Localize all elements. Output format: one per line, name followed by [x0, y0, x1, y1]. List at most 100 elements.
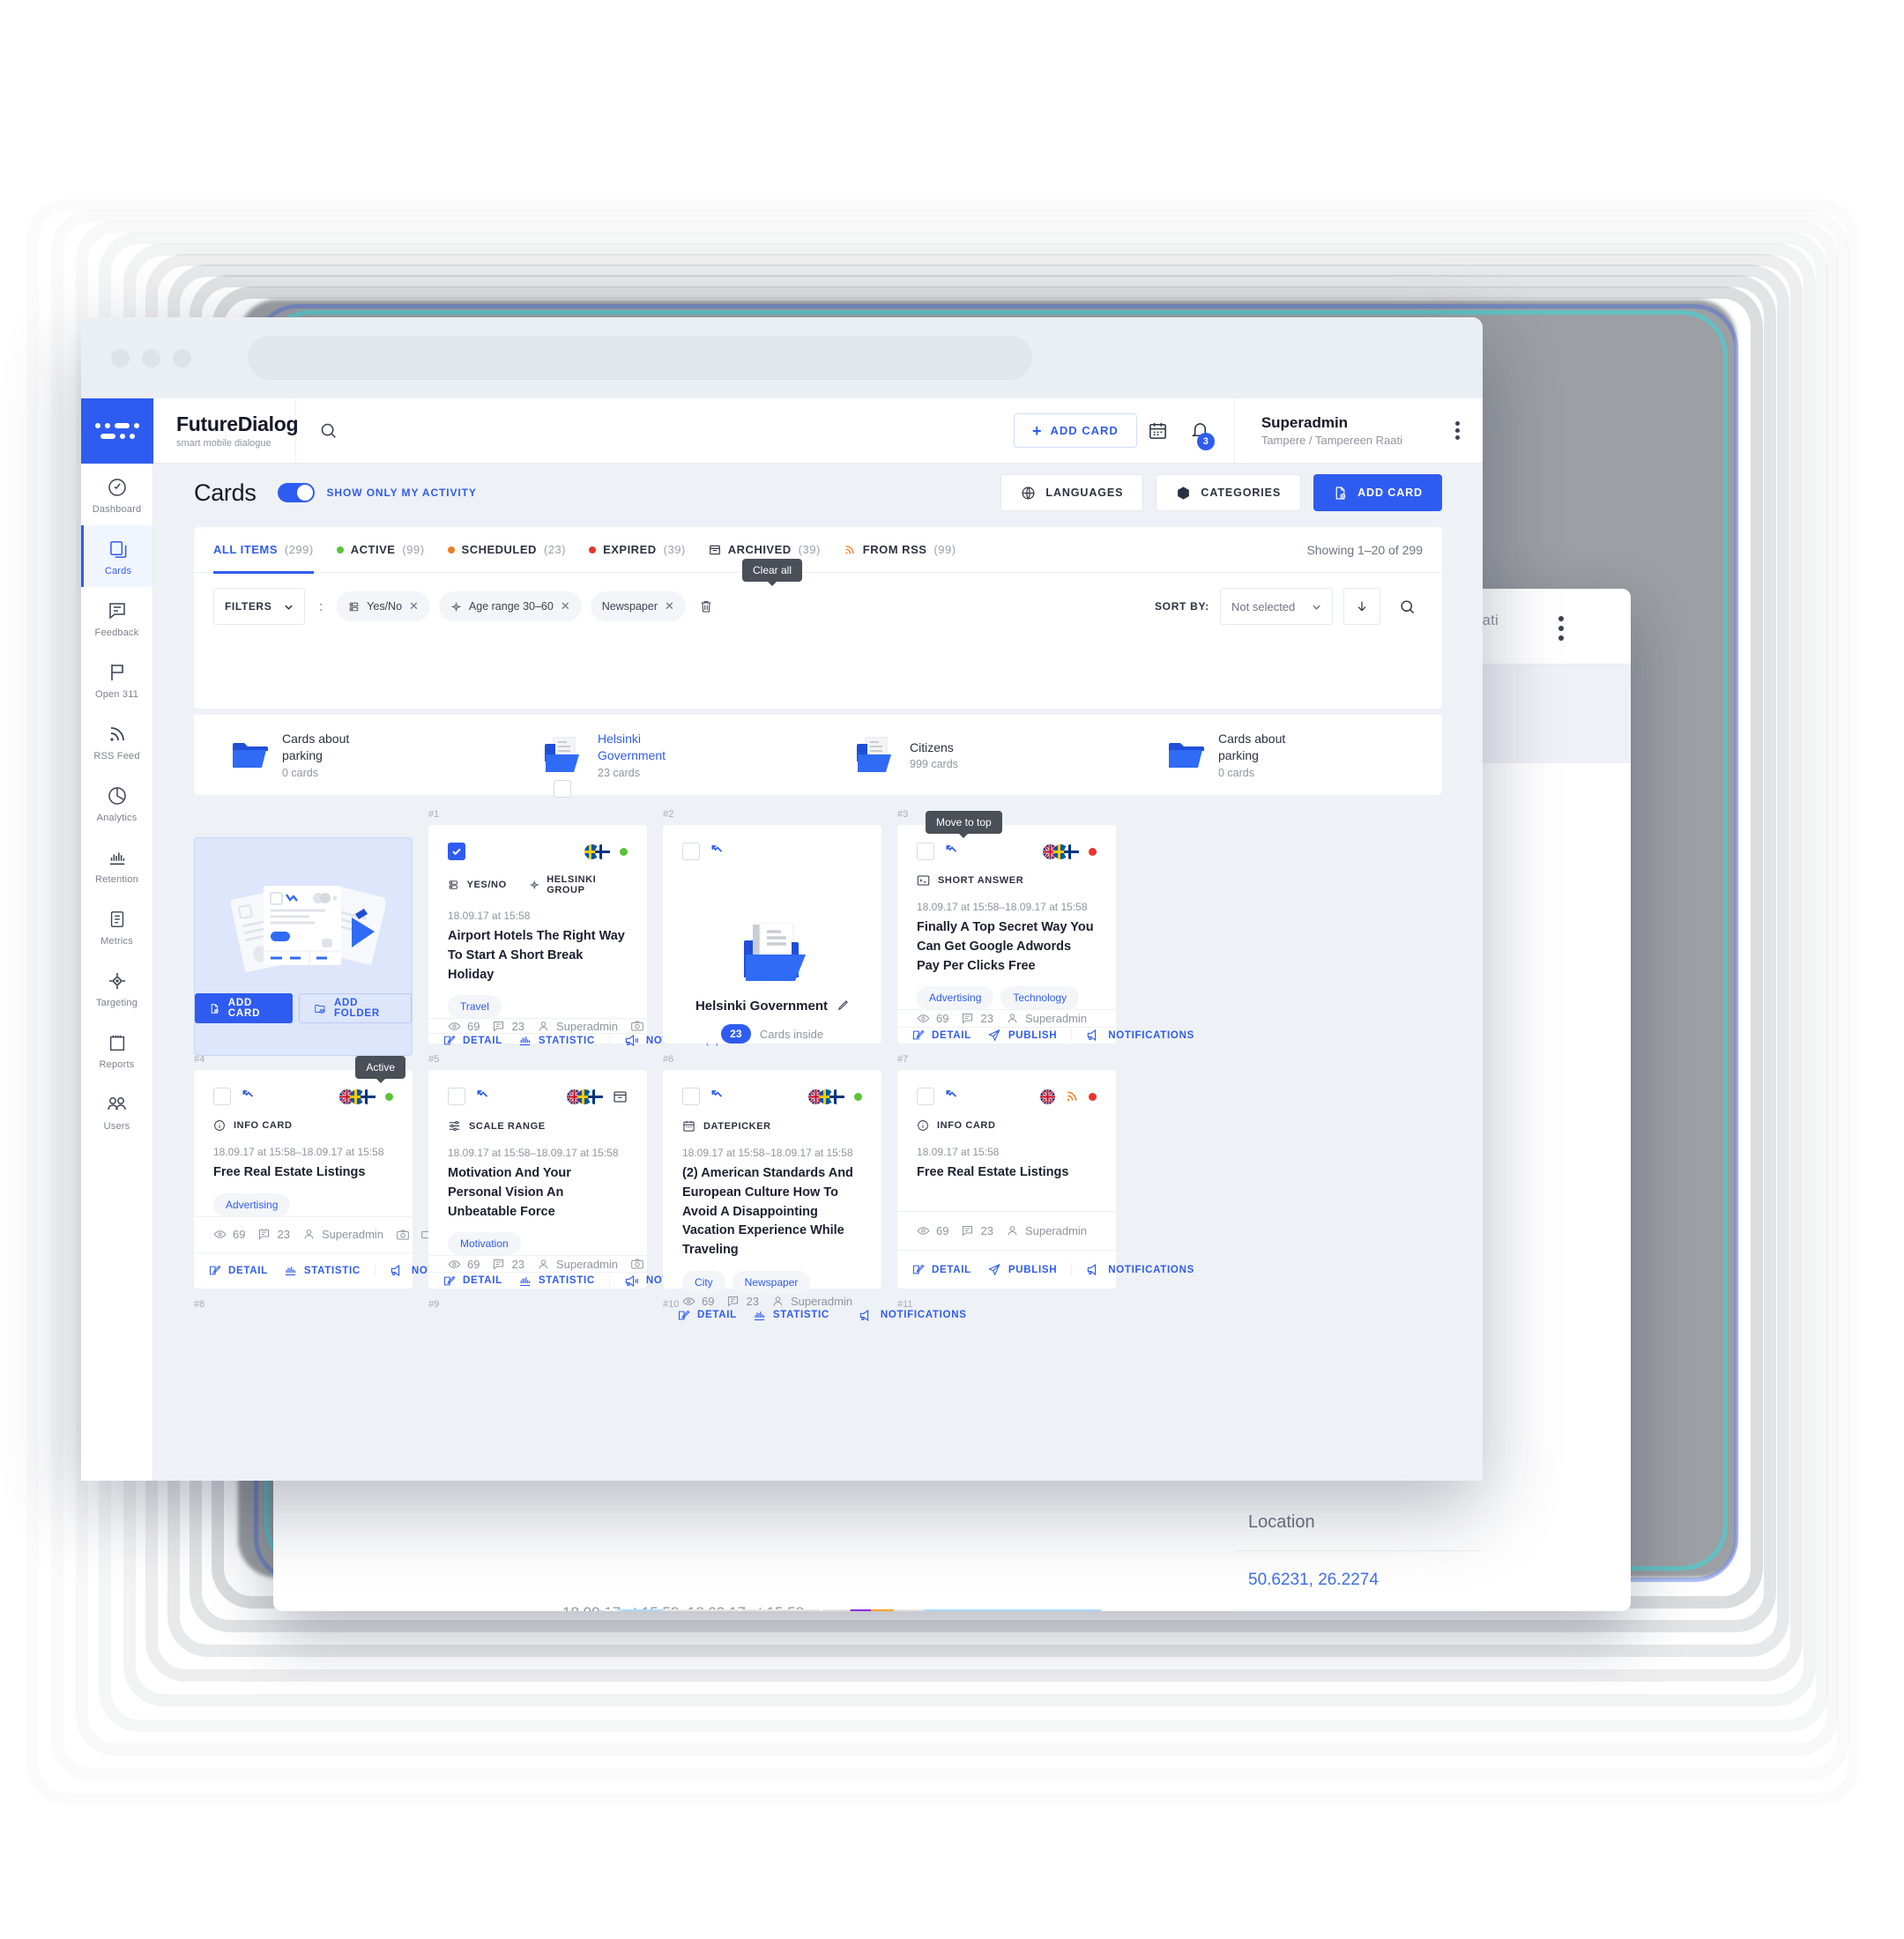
detail-action[interactable]: DETAIL	[443, 1274, 502, 1288]
sidebar-item-feedback[interactable]: Feedback	[81, 587, 152, 649]
sidebar-item-analytics[interactable]: Analytics	[81, 772, 152, 834]
folder-item[interactable]: Citizens 999 cards	[818, 736, 1130, 774]
card-search-button[interactable]	[1391, 598, 1423, 615]
folder-item[interactable]: Cards about parking 0 cards	[194, 731, 506, 779]
tab-from-rss[interactable]: FROM RSS (99)	[844, 527, 956, 573]
detail-action[interactable]: DETAIL	[443, 1034, 502, 1047]
card-checkbox[interactable]	[682, 1088, 700, 1105]
action-label: DETAIL	[932, 1264, 971, 1275]
sidebar-item-reports[interactable]: Reports	[81, 1019, 152, 1081]
move-to-top-icon[interactable]	[710, 1088, 725, 1105]
move-to-top-icon[interactable]	[242, 1088, 256, 1105]
statistic-action[interactable]: STATISTIC	[518, 1034, 595, 1047]
add-card-button-top[interactable]: + ADD CARD	[1013, 413, 1137, 448]
card[interactable]: INFO CARD 18.09.17 at 15:58 Free Real Es…	[897, 1070, 1194, 1289]
categories-button[interactable]: CATEGORIES	[1156, 474, 1302, 511]
card-tag[interactable]: Advertising	[917, 986, 994, 1010]
clear-all-filters-button[interactable]	[695, 599, 718, 613]
sidebar-item-users[interactable]: Users	[81, 1081, 152, 1142]
tab-label: ALL ITEMS	[213, 543, 278, 556]
sidebar-item-open311[interactable]: Open 311	[81, 649, 152, 710]
sidebar-item-retention[interactable]: Retention	[81, 834, 152, 895]
sort-direction-button[interactable]	[1343, 588, 1380, 625]
filter-chip-age-range[interactable]: Age range 30–60 ✕	[438, 591, 582, 621]
detail-action[interactable]: DETAIL	[911, 1263, 971, 1276]
sidebar-item-label: Targeting	[95, 998, 138, 1008]
chip-remove-icon[interactable]: ✕	[561, 599, 570, 613]
notifications-button[interactable]: 3	[1179, 420, 1222, 450]
map-pin[interactable]	[871, 1609, 894, 1611]
card-checkbox[interactable]	[213, 1088, 231, 1105]
statistic-action[interactable]: STATISTIC	[518, 1274, 595, 1288]
move-to-top-icon[interactable]	[710, 843, 725, 860]
user-menu[interactable]: Superadmin Tampere / Tampereen Raati	[1233, 397, 1483, 464]
tab-all-items[interactable]: ALL ITEMS (299)	[213, 527, 314, 574]
map-widget[interactable]: RUOHOLAHTI SALMISAARI PUNAVUORI KATAJANO…	[599, 1609, 1102, 1611]
app-logo-icon[interactable]	[81, 398, 153, 464]
kebab-menu-icon[interactable]	[1455, 419, 1460, 442]
card-tag[interactable]: Newspaper	[732, 1270, 811, 1294]
author-stat: Superadmin	[537, 1020, 618, 1033]
add-card-button-placeholder[interactable]: ADD CARD	[195, 993, 294, 1023]
tab-expired[interactable]: EXPIRED (39)	[589, 527, 686, 573]
location-row[interactable]: 50.6231, 26.2274	[1234, 1551, 1481, 1610]
address-bar[interactable]	[248, 336, 1032, 380]
edit-pencil-icon[interactable]	[836, 999, 849, 1013]
detail-action[interactable]: DETAIL	[208, 1264, 268, 1277]
sort-by-dropdown[interactable]: Not selected	[1220, 588, 1333, 625]
add-folder-button[interactable]: ADD FOLDER	[299, 993, 412, 1023]
sidebar-item-metrics[interactable]: Metrics	[81, 895, 152, 957]
detail-action[interactable]: DETAIL	[911, 1029, 971, 1042]
tab-scheduled[interactable]: SCHEDULED (23)	[447, 527, 567, 573]
filter-chip-yesno[interactable]: Yes/No ✕	[337, 591, 430, 621]
languages-button[interactable]: LANGUAGES	[1000, 474, 1144, 511]
card-checkbox[interactable]	[682, 843, 700, 860]
sidebar-item-label: Reports	[99, 1059, 135, 1070]
card[interactable]: DATEPICKER 18.09.17 at 15:58–18.09.17 at…	[663, 1070, 966, 1322]
card-checkbox[interactable]	[448, 1088, 465, 1105]
statistic-action[interactable]: STATISTIC	[284, 1264, 361, 1277]
card-tag[interactable]: Motivation	[448, 1232, 521, 1256]
card[interactable]: Active INFO CARD 18.09.17 at 15:58–18.09…	[194, 1056, 497, 1289]
move-to-top-icon[interactable]	[945, 843, 959, 860]
card-tag[interactable]: Advertising	[213, 1192, 291, 1216]
background-kebab-icon[interactable]	[1558, 612, 1564, 645]
card-checkbox[interactable]	[448, 843, 465, 860]
filter-chip-newspaper[interactable]: Newspaper ✕	[590, 591, 686, 621]
app-root: Dashboard Cards Feedback Open 311 RSS Fe…	[81, 397, 1483, 1481]
chip-remove-icon[interactable]: ✕	[409, 599, 419, 613]
show-only-my-activity-toggle[interactable]	[277, 483, 315, 502]
filters-dropdown[interactable]: FILTERS	[213, 588, 305, 625]
card-tag[interactable]: Travel	[448, 995, 502, 1019]
folder-name[interactable]: Helsinki Government	[598, 731, 693, 764]
notifications-action[interactable]: NOTIFICATIONS	[1086, 1263, 1194, 1276]
folder-item[interactable]: Cards about parking 0 cards	[1130, 731, 1442, 779]
card[interactable]: YES/NO HELSINKI GROUP 18.09.17 at 15:58 …	[428, 825, 719, 1048]
card-tag[interactable]: Technology	[1000, 986, 1080, 1010]
tab-active[interactable]: ACTIVE (99)	[336, 527, 425, 573]
folder-checkbox[interactable]	[554, 780, 571, 799]
move-to-top-icon[interactable]	[945, 1088, 959, 1105]
sidebar-item-rss-feed[interactable]: RSS Feed	[81, 710, 152, 772]
card-tag[interactable]: City	[682, 1270, 725, 1294]
sidebar-item-dashboard[interactable]: Dashboard	[81, 464, 152, 525]
move-to-top-icon[interactable]	[476, 1088, 490, 1105]
calendar-button[interactable]	[1137, 420, 1179, 441]
card-checkbox[interactable]	[917, 843, 934, 860]
publish-action[interactable]: PUBLISH	[987, 1029, 1057, 1042]
sidebar-item-cards[interactable]: Cards	[81, 525, 152, 587]
map-pin[interactable]	[850, 1609, 873, 1611]
sidebar-item-targeting[interactable]: Targeting	[81, 957, 152, 1019]
publish-action[interactable]: PUBLISH	[987, 1263, 1057, 1276]
card-date: 18.09.17 at 15:58	[917, 1146, 1000, 1158]
folder-card[interactable]: Helsinki Government 23 Cards inside	[663, 825, 881, 1044]
global-search-button[interactable]	[296, 421, 360, 440]
card[interactable]: Move to top SHORT ANSWER 18.09.17 at 15:…	[897, 811, 1194, 1044]
notifications-action[interactable]: NOTIFICATIONS	[1086, 1029, 1194, 1042]
chip-remove-icon[interactable]: ✕	[665, 599, 674, 613]
folder-item[interactable]: Helsinki Government 23 cards	[506, 731, 818, 799]
window-controls[interactable]	[111, 348, 191, 368]
add-card-button-header[interactable]: ADD CARD	[1313, 474, 1442, 511]
card-checkbox[interactable]	[917, 1088, 934, 1105]
card[interactable]: SCALE RANGE 18.09.17 at 15:58–18.09.17 a…	[428, 1070, 719, 1289]
